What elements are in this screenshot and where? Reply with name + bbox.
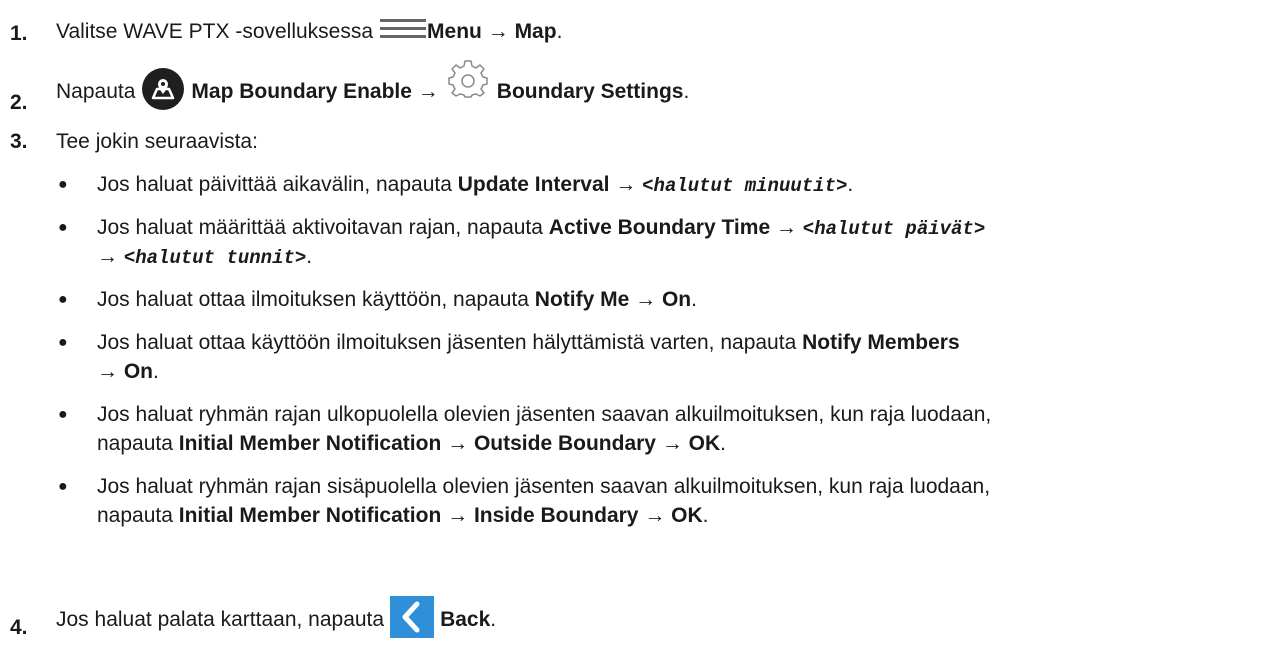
arrow: →: [97, 360, 124, 383]
step-text-pre: Napauta: [56, 80, 136, 103]
arrow: →: [417, 80, 439, 103]
period: .: [306, 245, 313, 268]
bullet-text-line2: napauta Initial Member Notification → In…: [97, 504, 709, 528]
period: .: [153, 360, 159, 383]
bullet-text-line2: → On.: [97, 360, 159, 384]
bullet-bold: Notify Me: [534, 288, 630, 311]
boundary-settings-label: Boundary Settings: [496, 80, 684, 103]
step-text: Napauta Map Boundary Enable → Boundary S…: [56, 60, 690, 117]
arrow: →: [487, 20, 509, 43]
bullet-plain: napauta: [97, 504, 179, 527]
period: .: [691, 288, 697, 311]
arrow: →: [609, 173, 643, 196]
bullet-bold: Update Interval: [457, 173, 610, 196]
step-number: 4.: [10, 616, 28, 639]
menu-label: Menu: [427, 20, 482, 43]
step-text-pre: Valitse WAVE PTX -sovelluksessa: [56, 20, 374, 43]
arrow: →: [97, 245, 124, 268]
step-text: Valitse WAVE PTX -sovelluksessa Menu → M…: [56, 16, 562, 48]
bullet-bold: Notify Members: [802, 331, 960, 354]
bullet-text: Jos haluat ryhmän rajan ulkopuolella ole…: [97, 403, 992, 426]
bullet-text-line2: napauta Initial Member Notification → Ou…: [97, 432, 726, 456]
bullet-plain: Jos haluat määrittää aktivoitavan rajan,…: [97, 216, 549, 239]
bullet-text: Jos haluat päivittää aikavälin, napauta …: [97, 173, 853, 198]
bullet-text: Jos haluat ottaa käyttöön ilmoituksen jä…: [97, 331, 960, 355]
bullet-text: Jos haluat ryhmän rajan sisäpuolella ole…: [97, 475, 991, 498]
bullet-bold: Initial Member Notification: [178, 432, 442, 455]
period: .: [847, 173, 854, 196]
bullet-dot: ●: [58, 176, 68, 193]
period: .: [556, 20, 563, 43]
bullet-bold: Active Boundary Time: [548, 216, 771, 239]
bullet-bold: OK: [688, 432, 721, 455]
period: .: [490, 608, 497, 631]
bullet-placeholder: <halutut tunnit>: [123, 247, 307, 269]
back-icon: [390, 596, 435, 644]
bullet-text-line2: → <halutut tunnit>.: [97, 245, 312, 270]
menu-icon: [379, 16, 427, 48]
map-boundary-enable-label: Map Boundary Enable: [191, 80, 412, 103]
arrow: →: [770, 216, 803, 239]
bullet-text: Jos haluat ottaa ilmoituksen käyttöön, n…: [97, 288, 697, 312]
step-number: 2.: [10, 91, 28, 114]
step-number: 3.: [10, 130, 28, 153]
bullet-bold: Inside Boundary: [473, 504, 639, 527]
bullet-placeholder: <halutut minuutit>: [642, 175, 848, 197]
bullet-bold: Outside Boundary: [473, 432, 656, 455]
map-label: Map: [514, 20, 557, 43]
step-number: 1.: [10, 22, 28, 45]
period: .: [702, 504, 709, 527]
back-label: Back: [440, 608, 491, 631]
bullet-dot: ●: [58, 219, 68, 236]
step-text: Jos haluat palata karttaan, napauta Back…: [56, 596, 496, 644]
bullet-bold: On: [661, 288, 692, 311]
bullet-bold: Initial Member Notification: [178, 504, 442, 527]
bullet-bold: OK: [671, 504, 703, 527]
bullet-plain: Jos haluat päivittää aikavälin, napauta: [97, 173, 458, 196]
bullet-dot: ●: [58, 406, 68, 423]
bullet-plain: napauta: [97, 432, 179, 455]
bullet-placeholder: <halutut päivät>: [802, 218, 986, 240]
period: .: [720, 432, 726, 455]
gear-icon: [445, 60, 491, 106]
bullet-dot: ●: [58, 334, 68, 351]
bullet-text: Jos haluat määrittää aktivoitavan rajan,…: [97, 216, 985, 241]
bullet-plain: Jos haluat ottaa käyttöön ilmoituksen jä…: [97, 331, 803, 354]
bullet-dot: ●: [58, 291, 68, 308]
arrow: →: [655, 432, 689, 455]
arrow: →: [441, 504, 474, 527]
bullet-bold: On: [123, 360, 154, 383]
map-boundary-icon: [141, 67, 185, 117]
arrow: →: [441, 432, 474, 455]
arrow: →: [638, 504, 672, 527]
bullet-plain: Jos haluat ottaa ilmoituksen käyttöön, n…: [97, 288, 535, 311]
bullet-dot: ●: [58, 478, 68, 495]
step-text-pre: Jos haluat palata karttaan, napauta: [56, 608, 385, 631]
step-text: Tee jokin seuraavista:: [56, 130, 258, 153]
period: .: [683, 80, 690, 103]
arrow: →: [629, 288, 662, 311]
